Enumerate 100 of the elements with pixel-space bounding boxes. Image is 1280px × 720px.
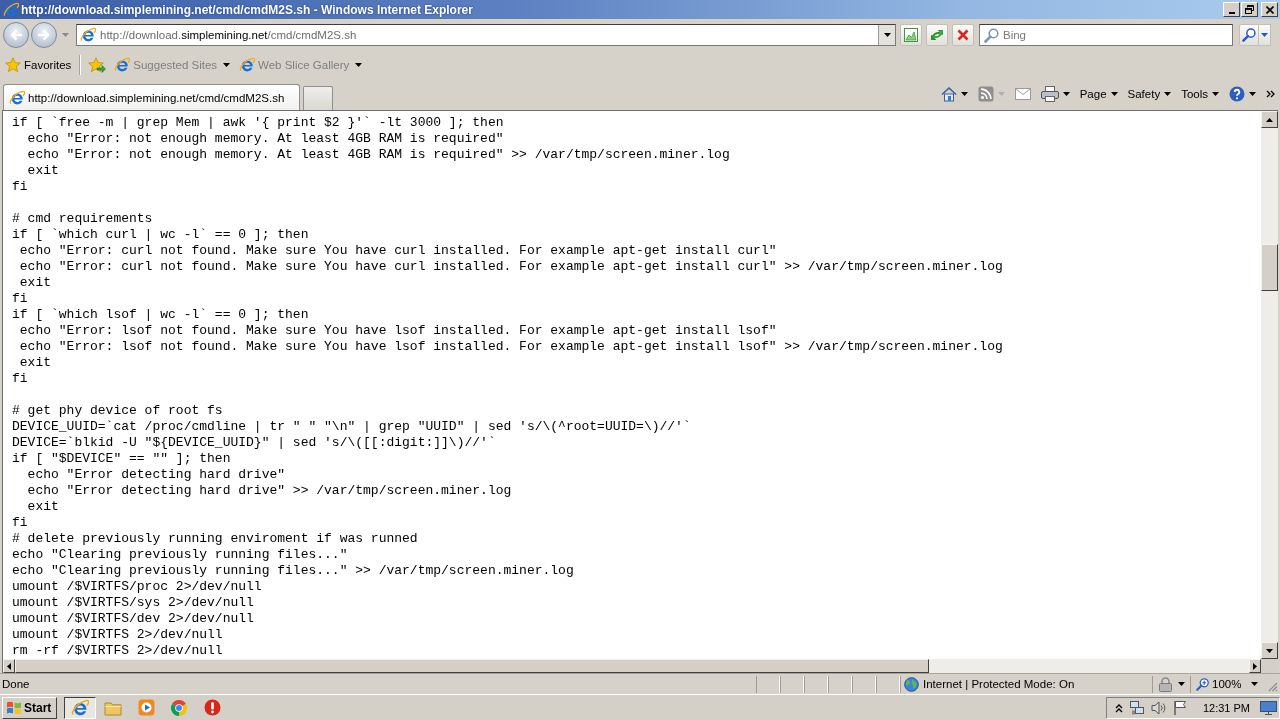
start-button[interactable]: Start — [2, 696, 57, 719]
code-line: echo "Error: lsof not found. Make sure You have lsof installed. For example apt-get install lsof" — [18, 323, 777, 339]
caret-down-icon — [1266, 648, 1273, 653]
scrollbar-thumb[interactable] — [15, 659, 929, 673]
code-line: if [ "$DEVICE" == "" ]; then — [12, 451, 231, 467]
code-line: echo "Error: not enough memory. At least 4GB RAM is required" >> /var/tmp/screen.miner.log — [26, 147, 730, 163]
exclamation-circle-icon — [203, 699, 221, 716]
scroll-left-button[interactable] — [3, 659, 15, 673]
code-line: fi — [12, 371, 28, 387]
code-line: echo "Error: curl not found. Make sure You have curl installed. For example apt-get install curl" >> /var/tmp/screen.miner.log — [18, 259, 1003, 275]
code-line: umount /$VIRTFS/proc 2>/dev/null — [12, 579, 262, 595]
code-line: umount /$VIRTFS/dev 2>/dev/null — [12, 611, 254, 627]
close-button[interactable] — [1261, 2, 1278, 17]
address-dropdown-button[interactable] — [878, 25, 895, 45]
favorites-button[interactable]: Favorites — [3, 54, 74, 76]
code-line: exit — [18, 275, 51, 291]
browser-logo-icon — [3, 1, 19, 18]
caret-up-icon — [1266, 117, 1273, 122]
caret-down-icon — [1164, 92, 1172, 96]
search-button[interactable] — [1239, 24, 1259, 46]
restore-button[interactable] — [1241, 2, 1258, 17]
zoom-button[interactable]: 100% — [1190, 675, 1264, 693]
refresh-button[interactable] — [926, 24, 948, 46]
search-field[interactable]: Bing — [979, 24, 1233, 46]
code-line: echo "Error: not enough memory. At least 4GB RAM is required" — [26, 131, 504, 147]
code-line: echo "Clearing previously running files..." — [12, 547, 348, 563]
flag-icon[interactable] — [1172, 700, 1187, 715]
star-icon — [5, 57, 21, 73]
code-line: # get phy device of root fs — [12, 403, 223, 419]
clock: 12:31 PM — [1202, 701, 1250, 714]
close-icon — [1265, 5, 1274, 14]
code-line: DEVICE_UUID=`cat /proc/cmdline | tr " " "\n" | grep "UUID" | sed 's/\(^root=UUID=\)//'` — [12, 419, 691, 435]
globe-icon — [904, 676, 919, 692]
padlock-icon — [1159, 676, 1172, 692]
scrollbar-thumb[interactable] — [1261, 244, 1278, 291]
menu-button[interactable]: Safety — [1124, 83, 1175, 105]
caret-down-icon — [960, 92, 968, 96]
code-line: echo "Error detecting hard drive" — [26, 467, 286, 483]
vertical-scrollbar[interactable] — [1261, 110, 1278, 659]
code-line: echo "Error: lsof not found. Make sure You have lsof installed. For example apt-get install lsof" >> /var/tmp/screen.miner.log — [18, 339, 1003, 355]
flag-logo-icon — [6, 700, 22, 715]
code-line: exit — [18, 355, 51, 371]
stop-button[interactable] — [952, 24, 974, 46]
menu-button[interactable]: Tools — [1178, 83, 1222, 105]
caret-down-icon — [1212, 92, 1219, 96]
network-icon[interactable] — [1128, 699, 1145, 716]
star-arrow-icon — [88, 57, 107, 73]
compatibility-view-button[interactable] — [900, 24, 922, 46]
horizontal-scrollbar[interactable] — [2, 659, 1261, 673]
browser-tab[interactable]: http://download.simplemining.net/cmd/cmdM2S.sh — [3, 84, 300, 110]
caret-down-icon — [1251, 682, 1258, 686]
close-icon — [957, 29, 969, 41]
code-line: echo "Clearing previously running files..." >> /var/tmp/screen.miner.log — [12, 563, 574, 579]
new-tab-button[interactable] — [303, 86, 333, 110]
minimize-button[interactable] — [1223, 2, 1240, 17]
caret-down-icon — [1178, 682, 1185, 686]
chevron-up-icon[interactable] — [1114, 702, 1123, 713]
code-line: if [ `free -m | grep Mem | awk '{ print $2 }'` -lt 3000 ]; then — [12, 115, 504, 131]
status-text: Done — [2, 678, 30, 690]
envelope-icon — [1014, 88, 1031, 100]
search-icon — [1242, 28, 1256, 42]
menu-button[interactable]: Page — [1076, 83, 1121, 105]
image-icon — [903, 27, 919, 43]
caret-down-icon — [1110, 92, 1118, 96]
printer-icon — [1040, 86, 1059, 102]
caret-down-icon — [1249, 92, 1256, 96]
code-line: if [ `which curl | wc -l` == 0 ]; then — [12, 227, 309, 243]
code-line: rm -rf /$VIRTFS 2>/dev/null — [12, 643, 223, 659]
code-line: fi — [12, 515, 28, 531]
search-options-button[interactable] — [1259, 24, 1271, 46]
scroll-down-button[interactable] — [1261, 642, 1278, 659]
code-line: if [ `which lsof | wc -l` == 0 ]; then — [12, 307, 309, 323]
resize-grip-icon[interactable] — [1266, 680, 1278, 692]
round-logo-icon — [170, 698, 188, 717]
scroll-right-button[interactable] — [1249, 659, 1261, 673]
browser-logo-icon — [239, 57, 256, 73]
scroll-up-button[interactable] — [1261, 111, 1278, 128]
code-line: exit — [26, 163, 59, 179]
desktop-icon[interactable] — [1260, 700, 1277, 715]
code-line: # delete previously running enviroment if was runned — [12, 531, 418, 547]
security-zone-button[interactable]: Internet | Protected Mode: On — [900, 675, 1152, 693]
code-line: umount /$VIRTFS 2>/dev/null — [12, 627, 223, 643]
caret-down-icon — [883, 33, 891, 37]
code-line: fi — [12, 179, 28, 195]
speaker-icon[interactable] — [1150, 700, 1167, 715]
chevron-right-icon — [1266, 90, 1275, 98]
caret-down-icon — [355, 63, 363, 67]
forward-button[interactable] — [31, 22, 57, 48]
code-line: DEVICE=`blkid -U "${DEVICE_UUID}" | sed 's/\([[:digit:]]\)//'` — [12, 435, 496, 451]
browser-logo-icon — [9, 89, 25, 106]
caret-down-icon — [997, 92, 1005, 96]
caret-down-icon — [62, 33, 69, 37]
address-field[interactable]: http://download.simplemining.net/cmd/cmdM2S.sh — [76, 24, 896, 46]
add-to-favorites-bar-button[interactable] — [86, 54, 109, 76]
help-icon — [1229, 86, 1245, 102]
taskbar-button[interactable] — [64, 696, 96, 719]
caret-right-icon — [1253, 662, 1257, 670]
back-button[interactable] — [3, 22, 29, 48]
search-icon — [984, 27, 999, 43]
feed-icon — [977, 86, 994, 102]
